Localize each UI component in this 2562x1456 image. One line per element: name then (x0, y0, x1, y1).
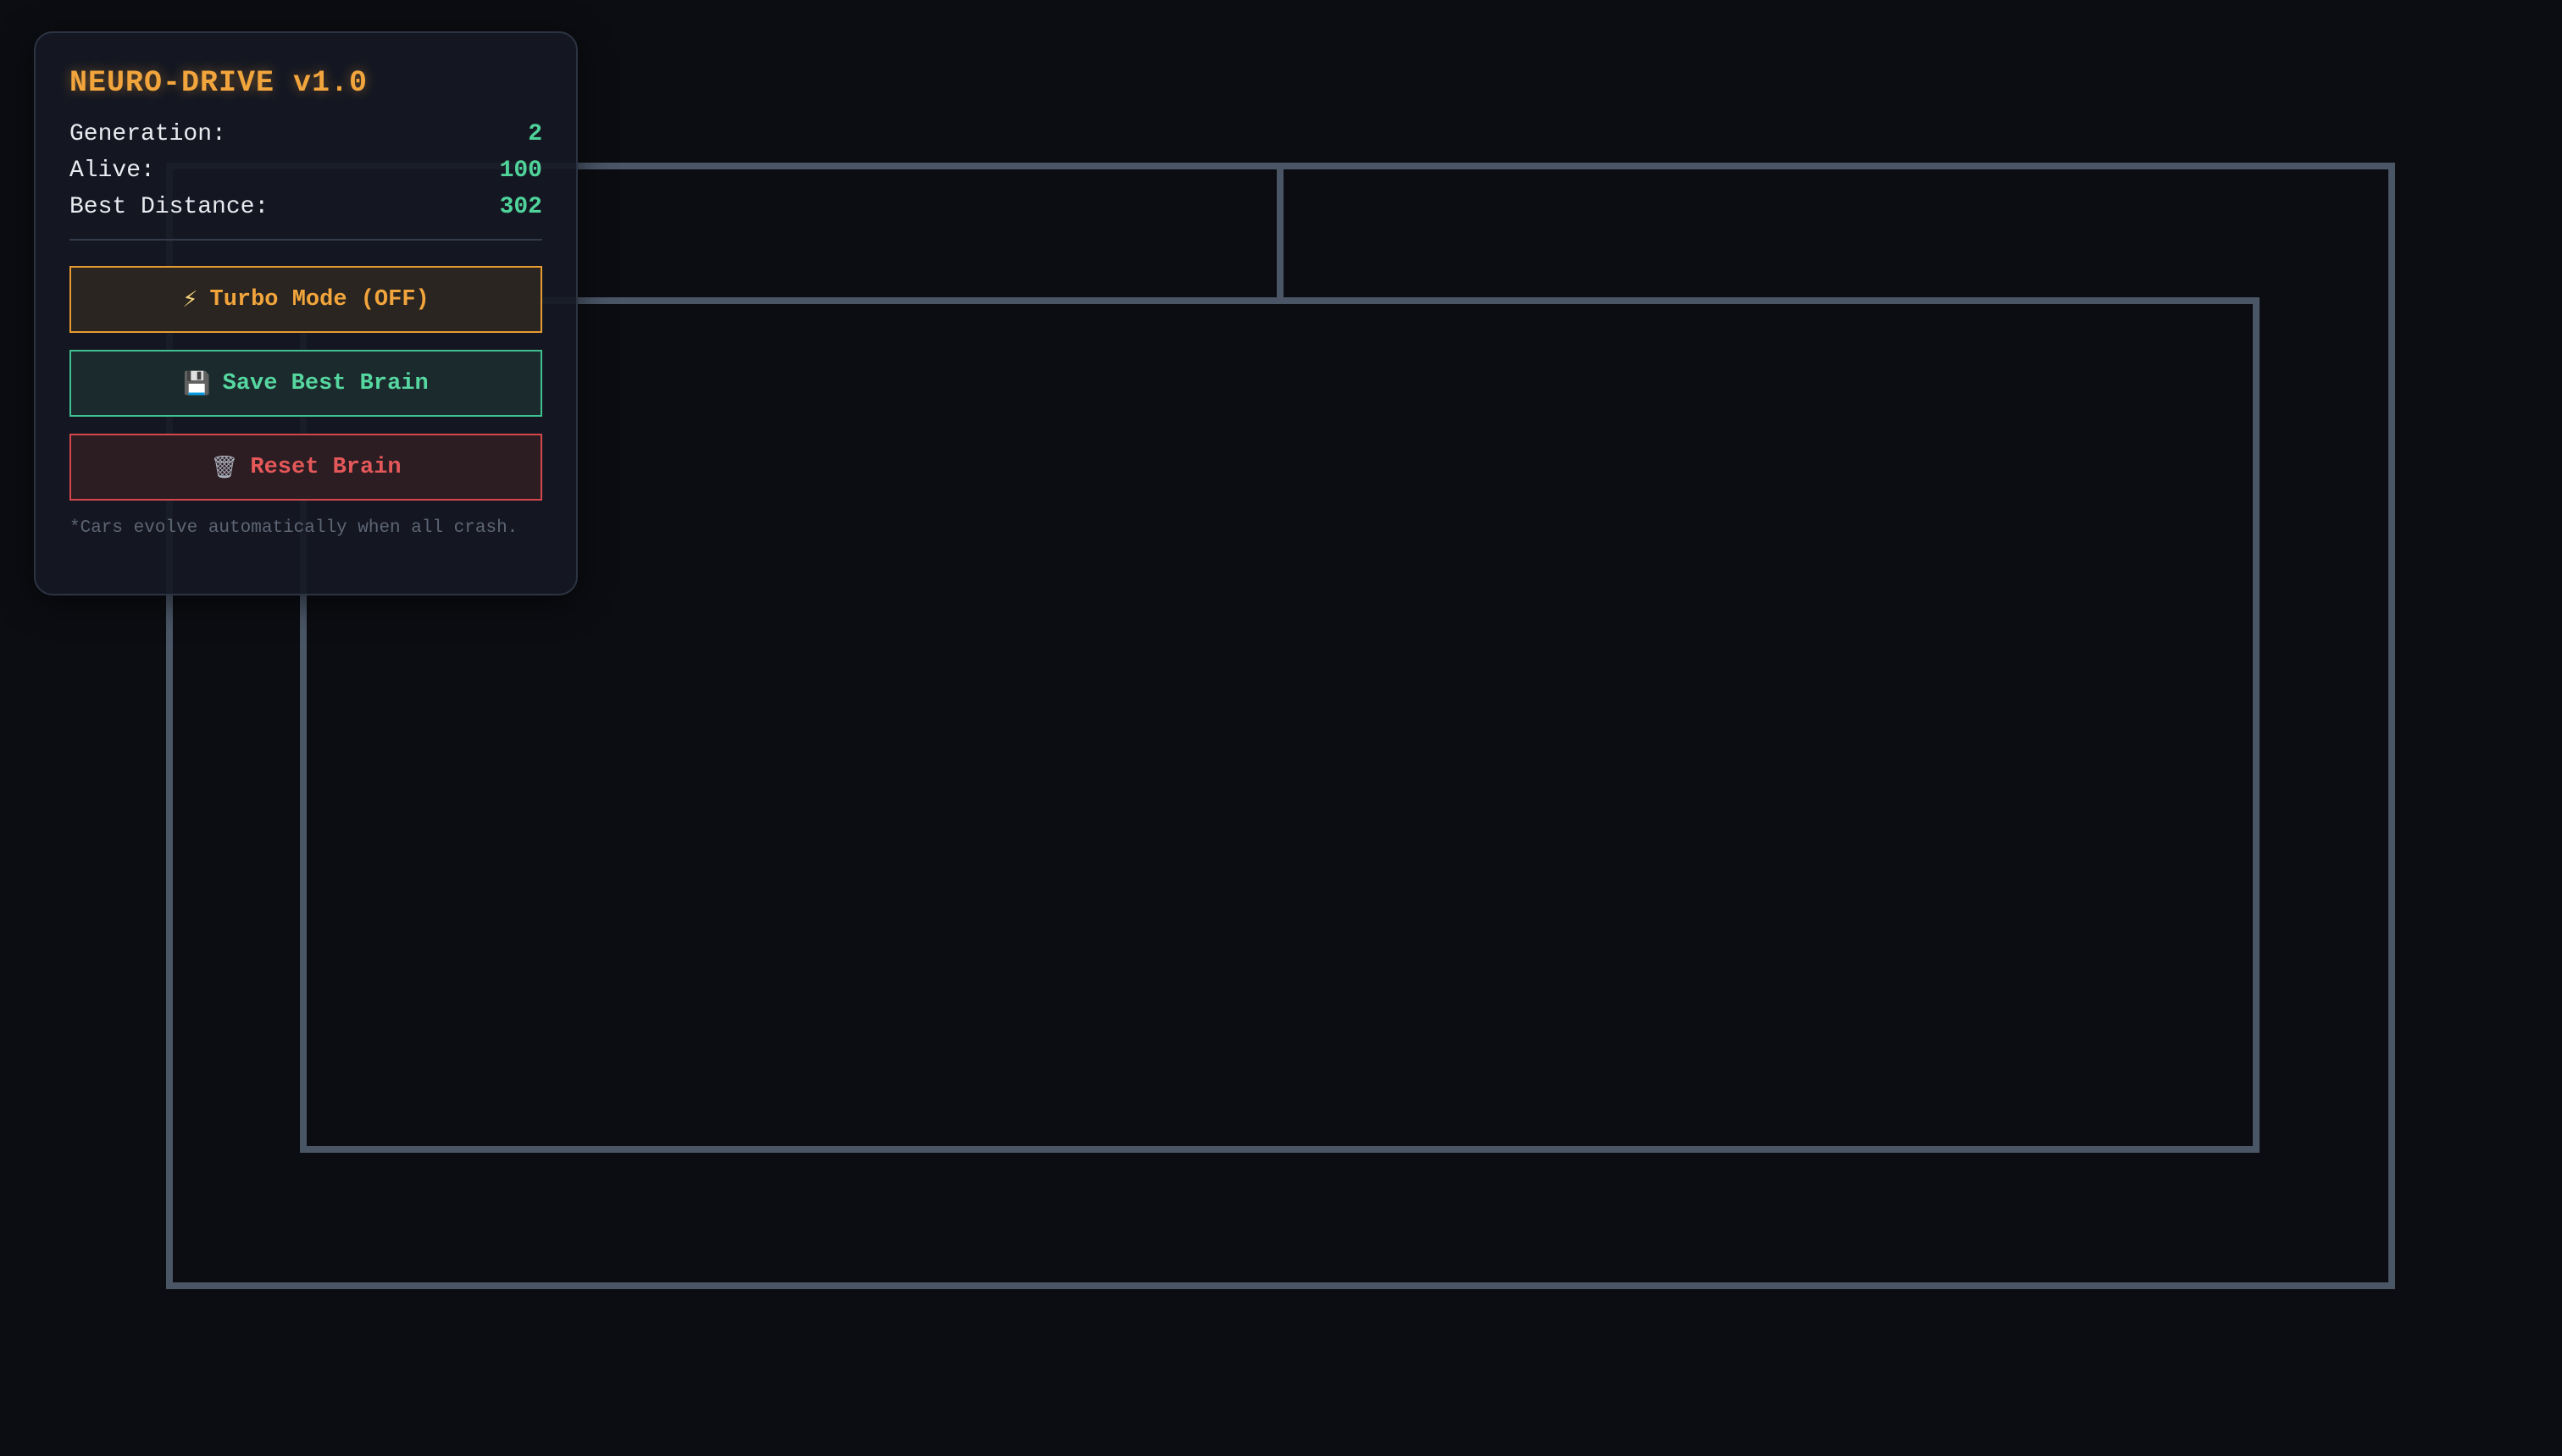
control-panel: NEURO-DRIVE v1.0 Generation: 2 Alive: 10… (34, 31, 578, 595)
stat-label: Best Distance: (69, 194, 269, 220)
trash-icon: 🗑 (210, 454, 239, 480)
turbo-mode-button[interactable]: ⚡ Turbo Mode (OFF) (69, 266, 542, 333)
stat-value: 302 (499, 194, 542, 220)
save-best-brain-label: Save Best Brain (222, 370, 429, 396)
simulation-stage: NEURO-DRIVE v1.0 Generation: 2 Alive: 10… (0, 0, 2562, 1456)
stat-alive: Alive: 100 (69, 152, 542, 189)
reset-brain-button[interactable]: 🗑 Reset Brain (69, 434, 542, 501)
stat-value: 2 (528, 121, 542, 147)
evolution-note: *Cars evolve automatically when all cras… (69, 518, 518, 538)
stat-value: 100 (499, 158, 542, 184)
save-best-brain-button[interactable]: 💾 Save Best Brain (69, 350, 542, 417)
divider (69, 239, 542, 241)
stat-generation: Generation: 2 (69, 116, 542, 152)
stat-label: Alive: (69, 158, 155, 184)
turbo-mode-label: Turbo Mode (OFF) (209, 286, 430, 313)
lightning-icon: ⚡ (182, 286, 198, 313)
stat-best-distance: Best Distance: 302 (69, 189, 542, 225)
app-title: NEURO-DRIVE v1.0 (69, 66, 369, 100)
reset-brain-label: Reset Brain (250, 454, 402, 480)
floppy-disk-icon: 💾 (183, 370, 211, 396)
stat-label: Generation: (69, 121, 226, 147)
inner-track-wall (300, 297, 2260, 1153)
